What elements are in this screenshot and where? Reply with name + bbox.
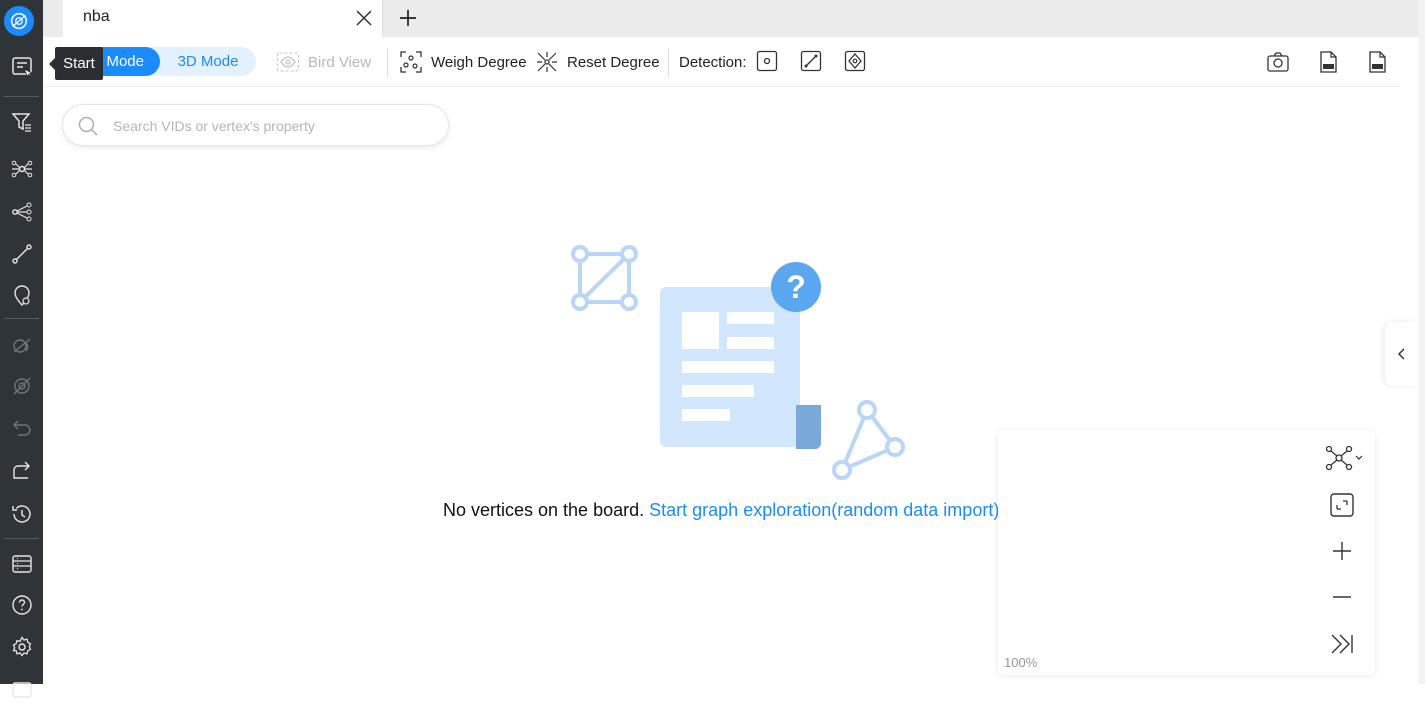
reset-degree-icon [537, 52, 557, 72]
settings-icon[interactable] [0, 628, 43, 666]
graph-expand-icon[interactable] [0, 150, 43, 188]
tab-nba[interactable]: nba [63, 0, 383, 37]
start-icon[interactable] [0, 48, 43, 86]
detection-label: Detection: [679, 53, 747, 71]
zoom-in-icon[interactable] [1328, 537, 1356, 565]
hide-vertex-icon [0, 326, 43, 364]
empty-graph-illustration: ? [571, 245, 905, 480]
tab-bar: nba [43, 0, 1425, 37]
app-logo-icon[interactable] [4, 6, 34, 36]
collapse-minimap-icon[interactable] [1328, 630, 1356, 658]
reset-degree-label: Reset Degree [567, 53, 660, 71]
fit-view-icon[interactable] [1328, 491, 1356, 519]
undo-icon [0, 409, 43, 447]
eye-icon [277, 52, 299, 72]
chevron-left-icon [1397, 348, 1405, 360]
path-icon[interactable] [0, 235, 43, 273]
weigh-degree-label: Weigh Degree [431, 53, 527, 71]
start-exploration-link[interactable]: Start graph exploration(random data impo… [649, 500, 999, 520]
empty-state-message: No vertices on the board. Start graph ex… [443, 500, 999, 521]
toolbar: Mode 3D Mode Bird View Weigh Degree Rese… [43, 37, 1399, 87]
show-vertex-icon [0, 367, 43, 405]
export-csv-icon[interactable] [1365, 50, 1389, 74]
location-eye-icon[interactable] [0, 277, 43, 315]
minimap-panel: 100% [998, 430, 1375, 675]
filter-icon[interactable] [0, 103, 43, 141]
bird-view-button: Bird View [276, 50, 371, 74]
detect-path-icon[interactable] [844, 50, 866, 72]
tab-title: nba [83, 8, 110, 25]
layout-select-icon[interactable] [1324, 444, 1364, 472]
start-tooltip: Start [55, 47, 103, 80]
svg-text:?: ? [786, 269, 806, 305]
add-tab-icon[interactable] [397, 7, 419, 29]
share-graph-icon[interactable] [0, 193, 43, 231]
weigh-degree-button[interactable]: Weigh Degree [399, 50, 527, 74]
mode-3d-button[interactable]: 3D Mode [160, 47, 256, 76]
history-icon[interactable] [0, 495, 43, 533]
export-png-icon[interactable] [1316, 50, 1340, 74]
reset-degree-button[interactable]: Reset Degree [535, 50, 660, 74]
camera-icon[interactable] [1266, 50, 1290, 74]
search-icon [78, 116, 98, 136]
search-box [62, 104, 449, 146]
weigh-degree-icon [400, 51, 422, 73]
zoom-out-icon[interactable] [1328, 583, 1356, 611]
schema-list-icon[interactable] [0, 545, 43, 583]
bird-view-label: Bird View [308, 53, 372, 71]
search-input[interactable] [113, 115, 433, 137]
detect-edge-icon[interactable] [800, 50, 822, 72]
detect-vertex-icon[interactable] [756, 50, 778, 72]
scrollbar[interactable] [1418, 0, 1425, 684]
panel-collapse-button[interactable] [1385, 322, 1418, 386]
sidebar [0, 0, 43, 698]
close-icon[interactable] [354, 8, 374, 28]
zoom-level: 100% [1004, 655, 1038, 670]
redo-icon[interactable] [0, 451, 43, 489]
empty-state-text: No vertices on the board. [443, 500, 645, 520]
console-icon[interactable] [0, 670, 43, 708]
help-icon[interactable] [0, 586, 43, 624]
